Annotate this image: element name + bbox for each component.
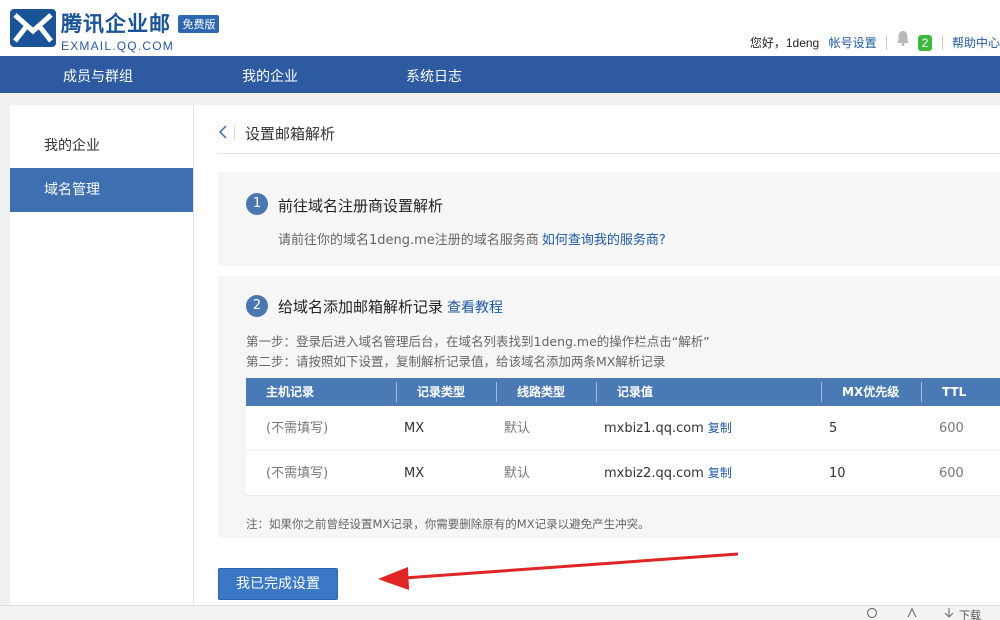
host-cell: (不需填写) (266, 421, 329, 436)
greeting: 您好，1deng (749, 36, 820, 51)
nav-members-groups[interactable]: 成员与群组 (63, 66, 133, 86)
download-icon[interactable] (943, 607, 955, 619)
title-rule (218, 153, 1000, 154)
refresh-icon[interactable] (866, 607, 878, 619)
step-description: 请前往你的域名1deng.me注册的域名服务商 如何查询我的服务商? (278, 229, 666, 248)
line-cell: 默认 (504, 466, 531, 481)
step-number: 1 (246, 193, 268, 215)
step-title: 前往域名注册商设置解析 (278, 197, 444, 215)
column-header: 记录类型 (396, 382, 465, 402)
nav-system-log[interactable]: 系统日志 (406, 66, 462, 86)
exmail-logo[interactable] (10, 9, 56, 47)
sidebar: 我的企业 域名管理 (10, 105, 194, 610)
divider (941, 35, 943, 50)
bell-icon[interactable] (896, 30, 910, 46)
column-header: TTL (921, 382, 966, 402)
page-title: 设置邮箱解析 (245, 125, 336, 143)
step-title-text: 给域名添加邮箱解析记录 (278, 298, 444, 316)
priority-cell: 5 (829, 421, 838, 436)
view-tutorial-link[interactable]: 查看教程 (447, 300, 503, 316)
record-value[interactable]: mxbiz2.qq.com (604, 466, 704, 481)
ttl-cell: 600 (939, 421, 964, 436)
column-header: MX优先级 (821, 382, 899, 402)
done-setup-button[interactable]: 我已完成设置 (218, 568, 338, 600)
user-bar: 您好，1deng 帐号设置 2 帮助中心 (750, 30, 1000, 51)
table-header: 主机记录 记录类型 线路类型 记录值 MX优先级 TTL (246, 378, 1000, 406)
step-2-box: 2 给域名添加邮箱解析记录 查看教程 第一步：登录后进入域名管理后台，在域名列表找… (218, 276, 1000, 538)
copy-link[interactable]: 复制 (708, 421, 732, 435)
edition-badge: 免费版 (178, 15, 220, 33)
host-cell: (不需填写) (266, 466, 329, 481)
ttl-cell: 600 (939, 466, 964, 481)
status-bar: 下载 (0, 605, 1000, 620)
main-nav: 成员与群组 我的企业 系统日志 (0, 56, 1000, 93)
red-arrow-annotation (378, 552, 739, 590)
find-provider-link[interactable]: 如何查询我的服务商? (542, 233, 666, 248)
account-settings-link[interactable]: 帐号设置 (829, 34, 877, 51)
copy-link[interactable]: 复制 (708, 466, 732, 480)
mx-note: 注：如果你之前曾经设置MX记录，你需要删除原有的MX记录以避免产生冲突。 (246, 517, 650, 531)
table-row: (不需填写) MX 默认 mxbiz1.qq.com 复制 5 600 (246, 406, 1000, 451)
top-header: 腾讯企业邮 免费版 EXMAIL.QQ.COM 您好，1deng 帐号设置 2 … (0, 0, 1000, 56)
table-row: (不需填写) MX 默认 mxbiz2.qq.com 复制 10 600 (246, 451, 1000, 496)
bookmark-icon[interactable] (906, 607, 918, 619)
step-title: 给域名添加邮箱解析记录 查看教程 (278, 296, 503, 317)
type-cell: MX (404, 466, 425, 481)
instruction-2: 第二步：请按照如下设置，复制解析记录值，给该域名添加两条MX解析记录 (246, 354, 666, 369)
help-center-link[interactable]: 帮助中心 (952, 34, 1000, 51)
brand-domain: EXMAIL.QQ.COM (61, 39, 174, 53)
value-cell: mxbiz2.qq.com 复制 (584, 451, 732, 496)
divider (885, 35, 887, 50)
brand: 腾讯企业邮 免费版 EXMAIL.QQ.COM (61, 8, 220, 53)
instruction-1: 第一步：登录后进入域名管理后台，在域名列表找到1deng.me的操作栏点击“解析… (246, 334, 710, 349)
line-cell: 默认 (504, 421, 531, 436)
value-cell: mxbiz1.qq.com 复制 (584, 406, 732, 451)
priority-cell: 10 (829, 466, 846, 481)
step-number: 2 (246, 295, 268, 317)
divider (234, 125, 235, 141)
step-description-text: 请前往你的域名1deng.me注册的域名服务商 (278, 233, 539, 248)
mx-record-table: 主机记录 记录类型 线路类型 记录值 MX优先级 TTL (不需填写) MX 默… (246, 378, 1000, 496)
brand-name: 腾讯企业邮 (61, 13, 171, 36)
column-header: 线路类型 (496, 382, 565, 402)
nav-my-company[interactable]: 我的企业 (242, 66, 298, 86)
type-cell: MX (404, 421, 425, 436)
sidebar-item-my-company[interactable]: 我的企业 (10, 124, 193, 168)
main-content: 设置邮箱解析 1 前往域名注册商设置解析 请前往你的域名1deng.me注册的域… (194, 105, 1000, 610)
column-header: 记录值 (596, 382, 653, 402)
step-1-box: 1 前往域名注册商设置解析 请前往你的域名1deng.me注册的域名服务商 如何查… (218, 172, 1000, 266)
download-label[interactable]: 下载 (959, 607, 981, 620)
column-header: 主机记录 (266, 385, 315, 399)
sidebar-item-domain-management[interactable]: 域名管理 (10, 168, 193, 212)
message-count-badge[interactable]: 2 (917, 34, 933, 51)
record-value[interactable]: mxbiz1.qq.com (604, 421, 704, 436)
back-chevron-icon[interactable] (218, 124, 228, 140)
